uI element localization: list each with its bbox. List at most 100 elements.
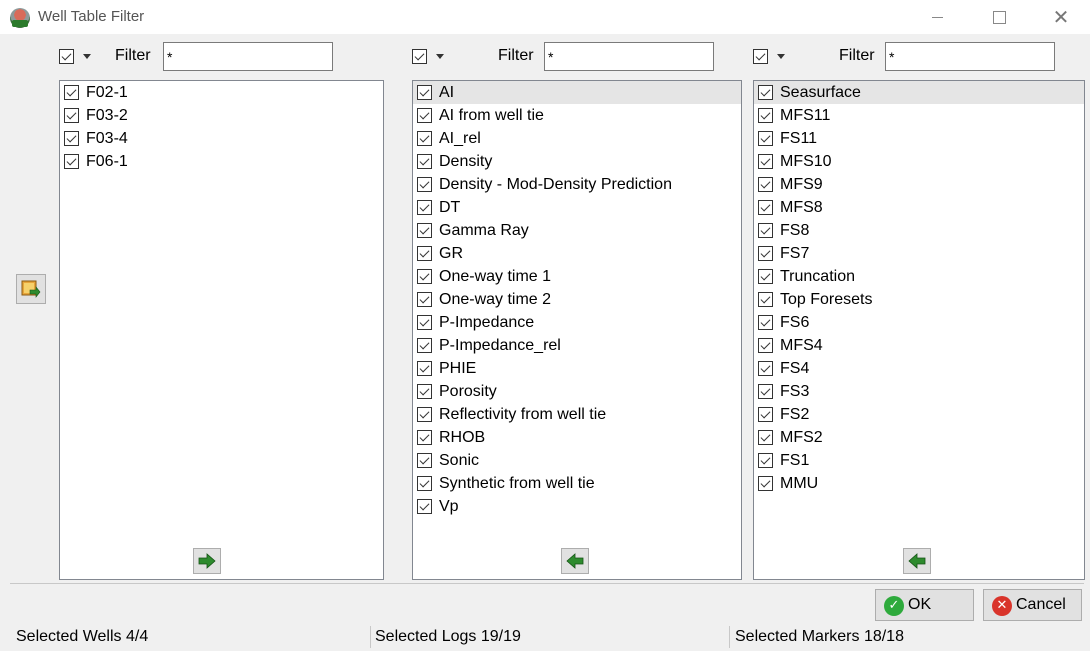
list-item[interactable]: MFS9 — [754, 173, 1084, 196]
list-item[interactable]: FS6 — [754, 311, 1084, 334]
logs-filter-input[interactable] — [544, 42, 714, 71]
logs-move-left-button[interactable] — [561, 548, 589, 574]
list-item[interactable]: One-way time 2 — [413, 288, 741, 311]
item-checkbox[interactable] — [417, 246, 432, 261]
markers-select-all-checkbox[interactable] — [753, 49, 768, 64]
item-checkbox[interactable] — [417, 476, 432, 491]
list-item[interactable]: AI from well tie — [413, 104, 741, 127]
list-item[interactable]: MFS2 — [754, 426, 1084, 449]
list-item[interactable]: Gamma Ray — [413, 219, 741, 242]
item-checkbox[interactable] — [417, 292, 432, 307]
list-item[interactable]: FS4 — [754, 357, 1084, 380]
list-item[interactable]: Sonic — [413, 449, 741, 472]
list-item[interactable]: Porosity — [413, 380, 741, 403]
cancel-button[interactable]: ✕ Cancel — [983, 589, 1082, 621]
markers-move-left-button[interactable] — [903, 548, 931, 574]
list-item[interactable]: Synthetic from well tie — [413, 472, 741, 495]
list-item[interactable]: MFS4 — [754, 334, 1084, 357]
list-item[interactable]: FS1 — [754, 449, 1084, 472]
list-item[interactable]: Reflectivity from well tie — [413, 403, 741, 426]
item-checkbox[interactable] — [758, 177, 773, 192]
list-item[interactable]: AI — [413, 81, 741, 104]
item-checkbox[interactable] — [758, 292, 773, 307]
item-checkbox[interactable] — [417, 407, 432, 422]
wells-select-all-checkbox[interactable] — [59, 49, 74, 64]
item-checkbox[interactable] — [758, 430, 773, 445]
item-checkbox[interactable] — [758, 154, 773, 169]
item-checkbox[interactable] — [417, 85, 432, 100]
list-item[interactable]: FS7 — [754, 242, 1084, 265]
list-item[interactable]: RHOB — [413, 426, 741, 449]
item-checkbox[interactable] — [417, 200, 432, 215]
list-item[interactable]: FS3 — [754, 380, 1084, 403]
item-checkbox[interactable] — [417, 177, 432, 192]
markers-filter-input[interactable] — [885, 42, 1055, 71]
item-checkbox[interactable] — [758, 315, 773, 330]
list-item[interactable]: P-Impedance — [413, 311, 741, 334]
item-checkbox[interactable] — [758, 108, 773, 123]
wells-list[interactable]: F02-1 F03-2 F03-4 F06-1 — [59, 80, 384, 580]
item-checkbox[interactable] — [417, 154, 432, 169]
item-checkbox[interactable] — [758, 407, 773, 422]
list-item[interactable]: Density - Mod-Density Prediction — [413, 173, 741, 196]
item-checkbox[interactable] — [758, 453, 773, 468]
item-checkbox[interactable] — [758, 200, 773, 215]
item-checkbox[interactable] — [417, 499, 432, 514]
item-checkbox[interactable] — [758, 338, 773, 353]
list-item[interactable]: GR — [413, 242, 741, 265]
item-checkbox[interactable] — [417, 453, 432, 468]
list-item[interactable]: Top Foresets — [754, 288, 1084, 311]
item-checkbox[interactable] — [758, 223, 773, 238]
list-item[interactable]: P-Impedance_rel — [413, 334, 741, 357]
item-checkbox[interactable] — [64, 154, 79, 169]
list-item[interactable]: MFS10 — [754, 150, 1084, 173]
list-item[interactable]: F03-4 — [60, 127, 383, 150]
list-item[interactable]: MFS11 — [754, 104, 1084, 127]
item-checkbox[interactable] — [417, 223, 432, 238]
item-checkbox[interactable] — [417, 338, 432, 353]
item-checkbox[interactable] — [64, 131, 79, 146]
markers-list[interactable]: Seasurface MFS11 FS11 MFS10 MFS9 MFS8 FS8 FS7 Tr… — [753, 80, 1085, 580]
item-checkbox[interactable] — [758, 476, 773, 491]
list-item[interactable]: F06-1 — [60, 150, 383, 173]
wells-select-menu-arrow-icon[interactable] — [83, 54, 91, 59]
wells-filter-input[interactable] — [163, 42, 333, 71]
item-checkbox[interactable] — [64, 85, 79, 100]
item-checkbox[interactable] — [758, 361, 773, 376]
item-checkbox[interactable] — [417, 131, 432, 146]
logs-select-all-checkbox[interactable] — [412, 49, 427, 64]
logs-list[interactable]: AI AI from well tie AI_rel Density Density -… — [412, 80, 742, 580]
item-checkbox[interactable] — [758, 246, 773, 261]
list-item[interactable]: PHIE — [413, 357, 741, 380]
item-checkbox[interactable] — [417, 384, 432, 399]
list-item[interactable]: Density — [413, 150, 741, 173]
list-item[interactable]: MFS8 — [754, 196, 1084, 219]
list-item[interactable]: FS2 — [754, 403, 1084, 426]
list-item[interactable]: Truncation — [754, 265, 1084, 288]
wells-move-right-button[interactable] — [193, 548, 221, 574]
item-checkbox[interactable] — [417, 430, 432, 445]
item-checkbox[interactable] — [417, 361, 432, 376]
markers-select-menu-arrow-icon[interactable] — [777, 54, 785, 59]
logs-select-menu-arrow-icon[interactable] — [436, 54, 444, 59]
list-item[interactable]: F03-2 — [60, 104, 383, 127]
item-checkbox[interactable] — [417, 108, 432, 123]
list-item[interactable]: FS8 — [754, 219, 1084, 242]
item-checkbox[interactable] — [417, 315, 432, 330]
import-button[interactable] — [16, 274, 46, 304]
list-item[interactable]: MMU — [754, 472, 1084, 495]
list-item[interactable]: One-way time 1 — [413, 265, 741, 288]
maximize-button[interactable] — [976, 2, 1022, 32]
list-item[interactable]: Vp — [413, 495, 741, 518]
item-checkbox[interactable] — [758, 85, 773, 100]
item-checkbox[interactable] — [758, 384, 773, 399]
item-checkbox[interactable] — [417, 269, 432, 284]
item-checkbox[interactable] — [758, 269, 773, 284]
close-button[interactable]: ✕ — [1038, 2, 1084, 32]
list-item[interactable]: DT — [413, 196, 741, 219]
list-item[interactable]: F02-1 — [60, 81, 383, 104]
item-checkbox[interactable] — [64, 108, 79, 123]
minimize-button[interactable] — [914, 2, 960, 32]
list-item[interactable]: Seasurface — [754, 81, 1084, 104]
list-item[interactable]: AI_rel — [413, 127, 741, 150]
